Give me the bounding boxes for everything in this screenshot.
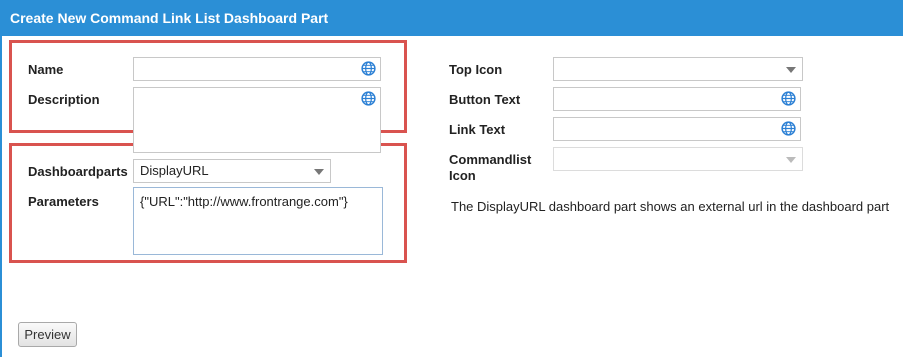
link-text-input[interactable] [553, 117, 801, 141]
button-text-label: Button Text [449, 92, 521, 107]
globe-icon[interactable] [781, 121, 796, 136]
dashboardparts-label: Dashboardparts [28, 164, 128, 179]
commandlist-icon-label-line1: Commandlist [449, 152, 532, 167]
globe-icon[interactable] [361, 61, 376, 76]
description-textarea[interactable] [133, 87, 381, 153]
top-icon-label: Top Icon [449, 62, 503, 77]
globe-icon[interactable] [781, 91, 796, 106]
commandlist-icon-label: Commandlist Icon [449, 152, 531, 184]
dashboardparts-value: DisplayURL [140, 163, 209, 178]
chevron-down-icon[interactable] [786, 67, 796, 73]
button-text-input[interactable] [553, 87, 801, 111]
description-label: Description [28, 92, 100, 107]
parameters-label: Parameters [28, 194, 99, 209]
dashboardparts-select[interactable]: DisplayURL [133, 159, 331, 183]
globe-icon[interactable] [361, 91, 376, 106]
left-border [0, 36, 2, 357]
chevron-down-icon[interactable] [786, 157, 796, 163]
preview-button[interactable]: Preview [18, 322, 77, 347]
parameters-textarea[interactable]: {"URL":"http://www.frontrange.com"} [133, 187, 383, 255]
name-input[interactable] [133, 57, 381, 81]
commandlist-icon-label-line2: Icon [449, 168, 476, 183]
dialog-title: Create New Command Link List Dashboard P… [0, 0, 903, 36]
parameters-value: {"URL":"http://www.frontrange.com"} [140, 194, 348, 209]
chevron-down-icon[interactable] [314, 169, 324, 175]
name-label: Name [28, 62, 64, 77]
info-text: The DisplayURL dashboard part shows an e… [451, 199, 890, 214]
commandlist-icon-select[interactable] [553, 147, 803, 171]
top-icon-select[interactable] [553, 57, 803, 81]
link-text-label: Link Text [449, 122, 506, 137]
